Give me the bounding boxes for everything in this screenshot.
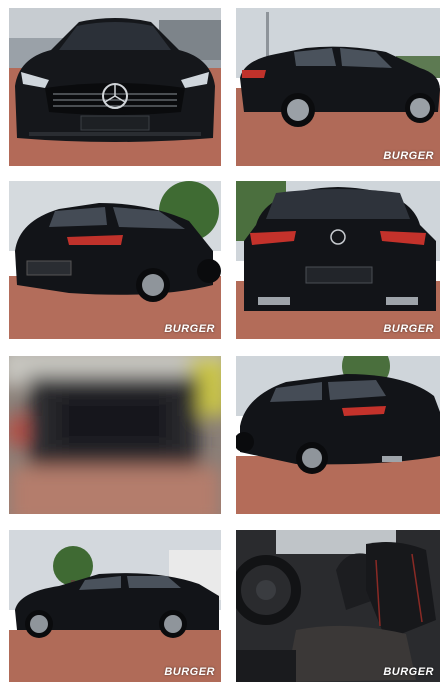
watermark-text: BURGER (383, 666, 434, 678)
watermark-text: BURGER (164, 323, 215, 335)
photo-gallery: BURGER BURGER BURGER BURGER BURGER (0, 0, 440, 682)
rear-quarter-image (236, 8, 440, 166)
side-view-image (9, 530, 221, 682)
photo-tile-rear-quarter-3[interactable] (236, 356, 440, 514)
rear-quarter-2-image (9, 181, 221, 339)
rear-view-image (236, 181, 440, 339)
photo-tile-rear[interactable]: BURGER (236, 181, 440, 339)
photo-tile-interior[interactable]: BURGER (236, 530, 440, 682)
interior-image (236, 530, 440, 682)
rear-quarter-3-image (236, 356, 440, 514)
front-view-image (9, 8, 221, 166)
photo-tile-rear-quarter[interactable]: BURGER (236, 8, 440, 166)
photo-tile-blurred[interactable] (9, 356, 221, 514)
watermark-text: BURGER (383, 150, 434, 162)
photo-tile-front[interactable] (9, 8, 221, 166)
watermark-text: BURGER (164, 666, 215, 678)
photo-tile-side[interactable]: BURGER (9, 530, 221, 682)
blurred-image (9, 356, 221, 514)
photo-tile-rear-quarter-2[interactable]: BURGER (9, 181, 221, 339)
watermark-text: BURGER (383, 323, 434, 335)
